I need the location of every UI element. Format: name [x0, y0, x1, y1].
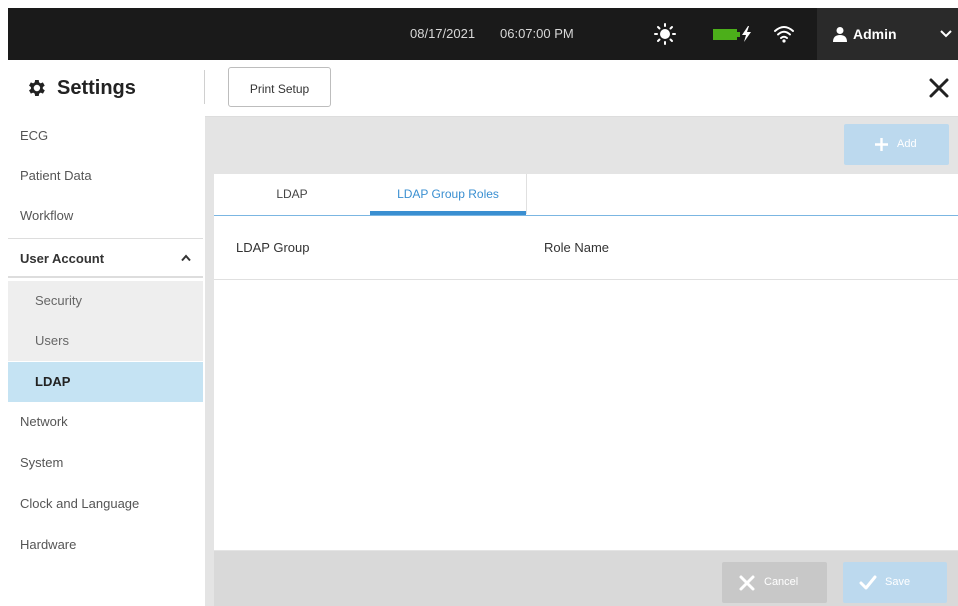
status-date: 08/17/2021: [410, 26, 476, 41]
cancel-button[interactable]: Cancel: [722, 562, 827, 603]
sidebar-item-security[interactable]: Security: [8, 281, 203, 321]
main-content: Add LDAP LDAP Group Roles LDAP Group Rol…: [205, 117, 958, 606]
add-button[interactable]: Add: [844, 124, 949, 165]
chevron-up-icon: [181, 254, 191, 262]
sidebar-item-network[interactable]: Network: [8, 402, 203, 442]
sidebar-item-system[interactable]: System: [8, 443, 203, 483]
sidebar-item-users[interactable]: Users: [8, 321, 203, 361]
user-menu-button[interactable]: Admin: [817, 8, 958, 60]
save-button-label: Save: [885, 576, 911, 588]
checkmark-icon: [859, 575, 877, 590]
footer-bar: Cancel Save: [214, 551, 958, 606]
ldap-panel: LDAP LDAP Group Roles LDAP Group Role Na…: [214, 174, 958, 550]
chevron-down-icon: [940, 30, 952, 38]
sidebar-item-label: User Account: [20, 251, 105, 266]
save-button[interactable]: Save: [843, 562, 947, 603]
sidebar-item-workflow[interactable]: Workflow: [8, 196, 203, 236]
sidebar-item-user-account[interactable]: User Account: [8, 238, 203, 278]
sidebar-item-hardware[interactable]: Hardware: [8, 525, 203, 565]
user-name: Admin: [853, 26, 897, 42]
cancel-button-label: Cancel: [764, 576, 799, 588]
sidebar: ECG Patient Data Workflow User Account S…: [8, 116, 203, 606]
tab-underline: [214, 215, 958, 216]
settings-header: Settings: [8, 60, 203, 116]
column-header-ldap-group[interactable]: LDAP Group: [236, 240, 309, 255]
gear-icon: [29, 80, 45, 96]
sidebar-item-patient-data[interactable]: Patient Data: [8, 156, 203, 196]
close-icon: [739, 575, 755, 591]
sidebar-item-clock-and-language[interactable]: Clock and Language: [8, 484, 203, 524]
column-header-role-name[interactable]: Role Name: [544, 240, 609, 255]
battery-charging-icon: [713, 26, 751, 42]
tab-ldap-group-roles[interactable]: LDAP Group Roles: [370, 174, 526, 214]
add-button-label: Add: [897, 138, 917, 150]
close-icon[interactable]: [928, 77, 950, 99]
table-header-divider: [214, 279, 958, 280]
plus-icon: [875, 138, 888, 151]
print-setup-button[interactable]: Print Setup: [228, 67, 331, 107]
sidebar-item-ecg[interactable]: ECG: [8, 116, 203, 156]
sidebar-item-ldap[interactable]: LDAP: [8, 362, 203, 402]
status-bar: 08/17/2021 06:07:00 PM Admin: [8, 8, 958, 60]
page-title: Settings: [57, 77, 136, 99]
tab-separator: [526, 174, 527, 214]
user-icon: [833, 27, 847, 42]
top-toolbar: Print Setup: [205, 60, 958, 117]
tab-ldap[interactable]: LDAP: [214, 174, 370, 214]
status-time: 06:07:00 PM: [500, 26, 574, 41]
wifi-icon: [774, 26, 794, 43]
sun-icon[interactable]: [654, 23, 676, 45]
